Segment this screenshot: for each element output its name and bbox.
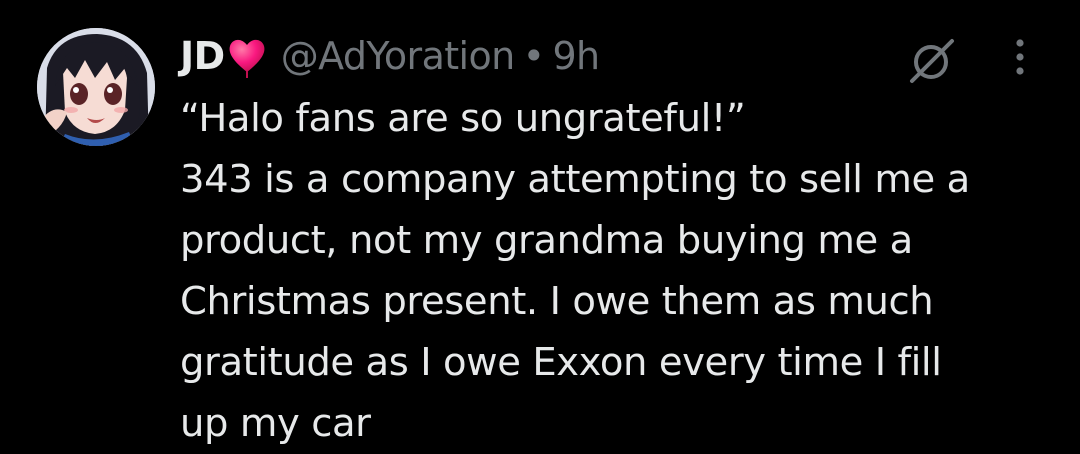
tweet-header: JD @AdYoration • 9h	[180, 30, 600, 82]
tweet-text-line: 343 is a company attempting to sell me a	[180, 157, 970, 202]
tweet-text-line: “Halo fans are so ungrateful!”	[180, 96, 746, 141]
author-display-name[interactable]: JD	[180, 34, 225, 78]
avatar[interactable]	[37, 28, 155, 146]
tweet-text: “Halo fans are so ungrateful!” 343 is a …	[180, 88, 1060, 454]
more-options-icon[interactable]	[1005, 36, 1035, 80]
red-heart-icon	[227, 34, 267, 78]
tweet[interactable]: JD @AdYoration • 9h “Halo fans are so un…	[0, 0, 1080, 453]
grok-icon[interactable]	[902, 36, 962, 86]
avatar-image	[37, 28, 155, 146]
tweet-text-line: Christmas present. I owe them as much	[180, 279, 934, 324]
timestamp[interactable]: 9h	[552, 34, 600, 78]
separator-dot: •	[522, 34, 545, 78]
tweet-text-line: product, not my grandma buying me a	[180, 218, 913, 263]
author-handle[interactable]: @AdYoration	[281, 34, 516, 78]
tweet-text-line: gratitude as I owe Exxon every time I fi…	[180, 340, 942, 385]
tweet-text-line: up my car	[180, 401, 371, 446]
